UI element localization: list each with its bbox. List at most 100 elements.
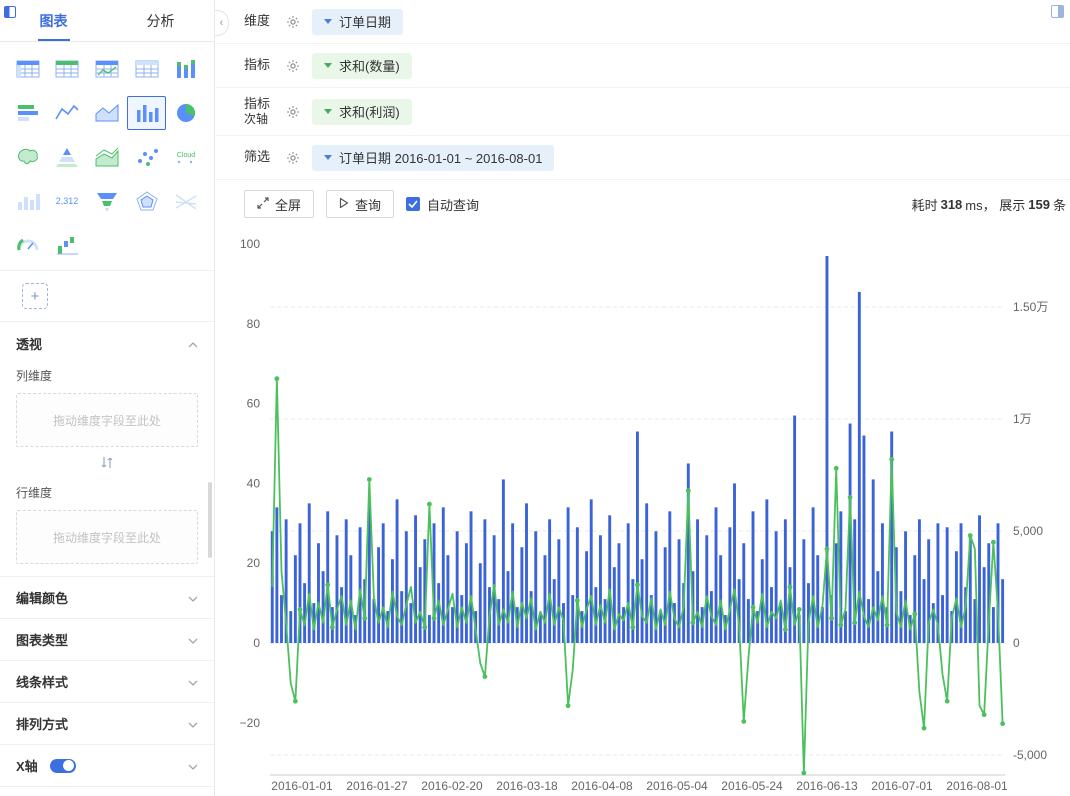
chip-label: 订单日期 (339, 15, 392, 30)
bar-chart-icon[interactable] (8, 96, 48, 130)
section-3[interactable]: 排列方式 (0, 702, 214, 744)
section-1[interactable]: 图表类型 (0, 618, 214, 660)
sidebar-tabs: 图表 分析 (0, 0, 214, 42)
gear-icon[interactable] (286, 15, 300, 29)
svg-text:80: 80 (247, 317, 261, 331)
main-panel: 维度 订单日期 指标 求和(数量) 指标 次轴 求和(利润) 筛选 订单日期 2016-01-0… (216, 0, 1070, 796)
svg-text:2016-06-13: 2016-06-13 (796, 779, 858, 793)
dimension-chip[interactable]: 订单日期 2016-01-01 ~ 2016-08-01 (312, 144, 555, 171)
stacked-area-chart-icon[interactable] (87, 140, 127, 174)
svg-text:2016-01-27: 2016-01-27 (346, 779, 408, 793)
svg-text:2016-05-24: 2016-05-24 (721, 779, 783, 793)
svg-text:-5,000: -5,000 (1013, 748, 1047, 762)
checkbox-checked-icon (406, 197, 421, 211)
scatter-chart-icon[interactable] (127, 140, 167, 174)
gear-icon[interactable] (286, 105, 300, 119)
query-stats: 耗时 318 ms， 展示 159 条 (911, 196, 1066, 213)
dropzone-placeholder: 拖动维度字段至此处 (52, 530, 161, 545)
tab-charts[interactable]: 图表 (0, 0, 107, 41)
funnel-chart-icon[interactable] (87, 184, 127, 218)
row-dimension-dropzone[interactable]: 拖动维度字段至此处 (16, 510, 198, 564)
section-label: 线条样式 (16, 675, 69, 690)
kpi-card-icon[interactable]: 2,312 (48, 184, 88, 218)
chevron-down-icon (188, 632, 198, 647)
config-row-1: 指标 求和(数量) (216, 44, 1070, 88)
svg-text:0: 0 (1013, 636, 1020, 650)
data-table-icon[interactable] (127, 52, 167, 86)
tab-charts-label: 图表 (39, 12, 68, 29)
fullscreen-label: 全屏 (275, 197, 302, 213)
svg-text:20: 20 (247, 556, 261, 570)
measure-chip[interactable]: 求和(利润) (312, 98, 412, 125)
tab-analysis[interactable]: 分析 (107, 0, 214, 41)
chevron-up-icon[interactable] (188, 336, 198, 351)
svg-text:1万: 1万 (1013, 412, 1032, 426)
sidebar-scrollbar[interactable] (208, 482, 212, 558)
svg-text:Cloud: Cloud (177, 152, 195, 159)
panel-pin-icon[interactable] (4, 6, 16, 18)
svg-text:0: 0 (253, 636, 260, 650)
svg-text:2016-07-01: 2016-07-01 (871, 779, 933, 793)
section-0[interactable]: 编辑颜色 (0, 576, 214, 618)
config-row-label: 指标 次轴 (244, 95, 271, 127)
add-chart-type-button[interactable]: + (22, 283, 48, 309)
pyramid-chart-icon[interactable] (48, 140, 88, 174)
measure-chip[interactable]: 求和(数量) (312, 52, 412, 79)
gear-icon[interactable] (286, 151, 300, 165)
line-chart-icon[interactable] (48, 96, 88, 130)
stacked-column-chart-icon[interactable] (166, 52, 206, 86)
map-chart-icon[interactable] (8, 140, 48, 174)
gauge-chart-icon[interactable] (8, 228, 48, 262)
query-button[interactable]: 查询 (326, 190, 395, 218)
radar-chart-icon[interactable] (127, 184, 167, 218)
waterfall-chart-icon[interactable] (48, 228, 88, 262)
chip-label: 求和(数量) (339, 59, 400, 74)
svg-text:2016-08-01: 2016-08-01 (946, 779, 1008, 793)
word-cloud-icon[interactable]: Cloud (166, 140, 206, 174)
chart-toolbar: 全屏 查询 自动查询 耗时 318 ms， 展示 159 条 (216, 180, 1070, 228)
style-sections: 编辑颜色图表类型线条样式排列方式 X轴 Y轴 主轴 (0, 576, 214, 796)
area-chart-icon[interactable] (87, 96, 127, 130)
pivot-section: 透视 列维度 拖动维度字段至此处 行维度 拖动维度字段至此处 (0, 322, 214, 576)
chip-label: 订单日期 2016-01-01 ~ 2016-08-01 (339, 151, 543, 166)
column-chart-icon[interactable] (126, 96, 167, 130)
auto-query-checkbox[interactable]: 自动查询 (406, 195, 479, 214)
query-config-rows: 维度 订单日期 指标 求和(数量) 指标 次轴 求和(利润) 筛选 订单日期 2016-01-0… (216, 0, 1070, 180)
svg-text:40: 40 (247, 476, 261, 490)
toggle-switch[interactable] (49, 758, 76, 773)
chevron-down-icon (188, 758, 198, 773)
svg-text:100: 100 (240, 237, 260, 251)
gear-icon[interactable] (286, 59, 300, 73)
chevron-down-icon (188, 674, 198, 689)
svg-text:2016-01-01: 2016-01-01 (271, 779, 333, 793)
caret-down-icon (324, 19, 332, 24)
config-row-2: 指标 次轴 求和(利润) (216, 88, 1070, 136)
swap-dimensions-icon[interactable] (16, 455, 198, 470)
section-label: 编辑颜色 (16, 591, 69, 606)
parallel-chart-icon[interactable] (166, 184, 206, 218)
fullscreen-button[interactable]: 全屏 (244, 190, 315, 218)
trend-table-icon[interactable] (87, 52, 127, 86)
svg-text:60: 60 (247, 397, 261, 411)
chevron-down-icon (188, 716, 198, 731)
detail-table-icon[interactable] (48, 52, 88, 86)
pie-chart-icon[interactable] (166, 96, 206, 130)
chevron-down-icon (188, 590, 198, 605)
svg-text:2016-05-04: 2016-05-04 (646, 779, 708, 793)
column-dimension-dropzone[interactable]: 拖动维度字段至此处 (16, 393, 198, 447)
query-label: 查询 (355, 197, 382, 213)
svg-text:−20: −20 (240, 716, 261, 730)
histogram-chart-icon[interactable] (8, 184, 48, 218)
play-icon (339, 197, 349, 212)
section-label: 图表类型 (16, 633, 69, 648)
section-2[interactable]: 线条样式 (0, 660, 214, 702)
axis-section-1[interactable]: Y轴 主轴 (0, 786, 214, 796)
config-row-label: 指标 (244, 57, 271, 73)
dimension-chip[interactable]: 订单日期 (312, 8, 404, 35)
crosstab-table-icon[interactable] (8, 52, 48, 86)
dropzone-placeholder: 拖动维度字段至此处 (52, 413, 161, 428)
config-row-label: 维度 (244, 13, 271, 29)
column-dimension-label: 列维度 (16, 369, 53, 383)
collapse-config-icon[interactable] (1051, 5, 1064, 18)
axis-section-0[interactable]: X轴 (0, 744, 214, 786)
